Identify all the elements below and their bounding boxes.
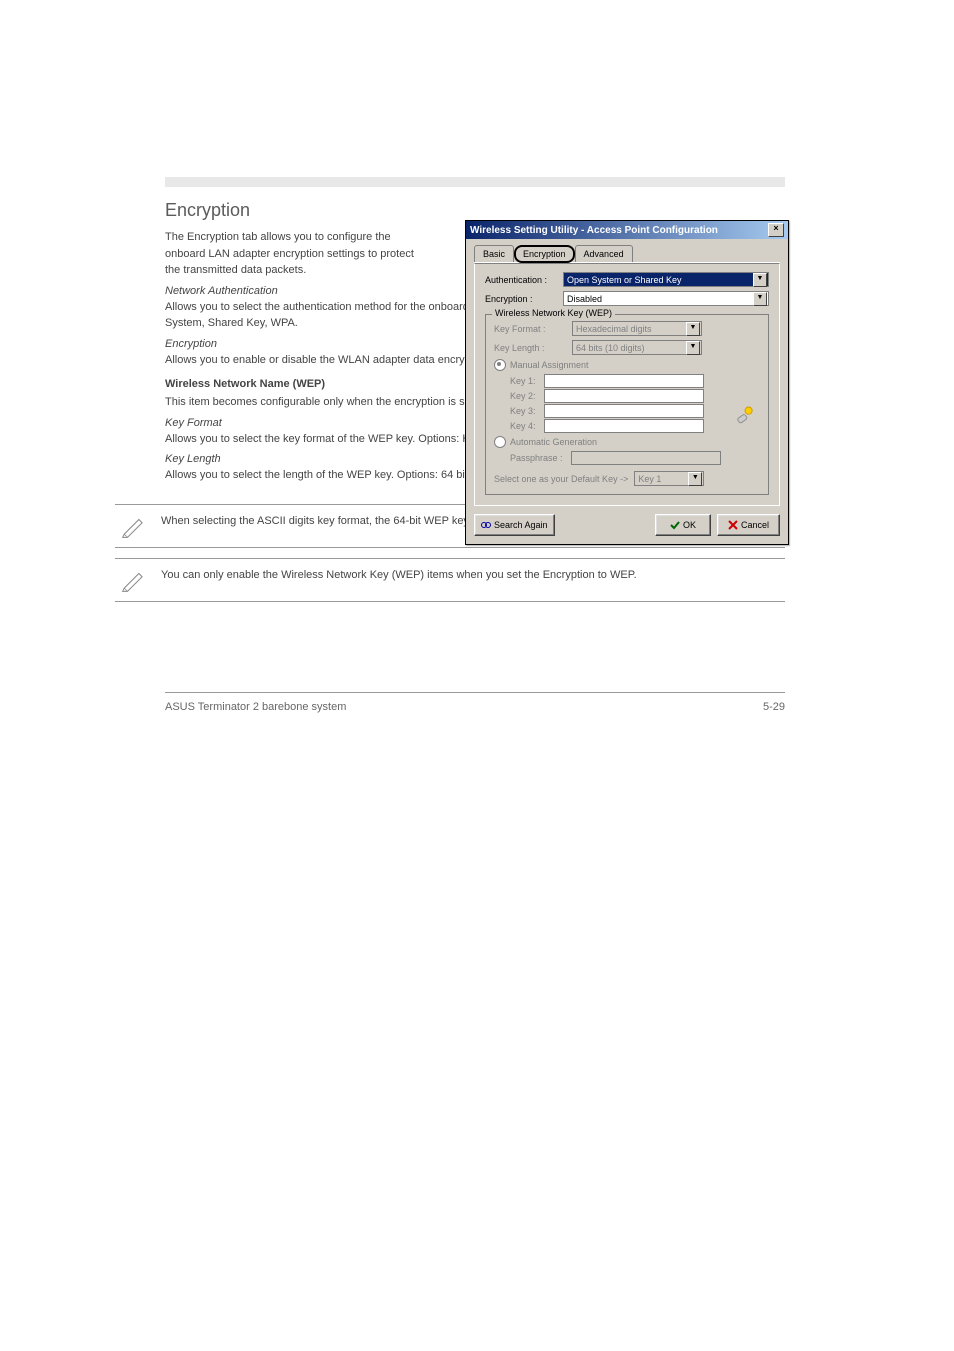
auto-label: Automatic Generation bbox=[510, 437, 597, 447]
check-icon bbox=[670, 520, 680, 530]
close-icon[interactable]: × bbox=[768, 223, 784, 237]
x-icon bbox=[728, 520, 738, 530]
tab-advanced[interactable]: Advanced bbox=[575, 245, 633, 262]
dlg-kf-label: Key Format : bbox=[494, 324, 566, 334]
default-label: Select one as your Default Key -> bbox=[494, 474, 628, 484]
kf-value: Hexadecimal digits bbox=[576, 324, 652, 334]
auth-value: Open System or Shared Key bbox=[567, 275, 682, 285]
auto-generation-radio: Automatic Generation bbox=[494, 436, 760, 448]
authentication-dropdown[interactable]: Open System or Shared Key ▼ bbox=[563, 272, 769, 287]
key4-input bbox=[544, 419, 704, 433]
encryption-dropdown[interactable]: Disabled ▼ bbox=[563, 291, 769, 306]
radio-icon bbox=[494, 436, 506, 448]
dlg-kl-label: Key Length : bbox=[494, 343, 566, 353]
manual-label: Manual Assignment bbox=[510, 360, 589, 370]
dlg-enc-label: Encryption : bbox=[485, 294, 557, 304]
page-footer: ASUS Terminator 2 barebone system 5-29 bbox=[165, 692, 785, 713]
note-2-text: You can only enable the Wireless Network… bbox=[161, 567, 785, 584]
pencil-note-icon bbox=[121, 567, 147, 593]
key1-input bbox=[544, 374, 704, 388]
top-divider bbox=[165, 177, 785, 187]
key4-label: Key 4: bbox=[510, 421, 540, 431]
keylength-dropdown: 64 bits (10 digits) ▼ bbox=[572, 340, 702, 355]
wep-fieldset: Wireless Network Key (WEP) Key Format : … bbox=[485, 314, 769, 495]
dialog-title: Wireless Setting Utility - Access Point … bbox=[470, 225, 718, 236]
keyformat-dropdown: Hexadecimal digits ▼ bbox=[572, 321, 702, 336]
radio-icon bbox=[494, 359, 506, 371]
dialog-titlebar[interactable]: Wireless Setting Utility - Access Point … bbox=[466, 221, 788, 239]
enc-value: Disabled bbox=[567, 294, 602, 304]
kl-value: 64 bits (10 digits) bbox=[576, 343, 645, 353]
passphrase-label: Passphrase : bbox=[510, 453, 563, 463]
note-2: You can only enable the Wireless Network… bbox=[115, 558, 785, 602]
chevron-down-icon: ▼ bbox=[688, 472, 702, 486]
flashlight-icon bbox=[736, 405, 754, 427]
key2-label: Key 2: bbox=[510, 391, 540, 401]
ok-label: OK bbox=[683, 520, 696, 530]
cancel-button[interactable]: Cancel bbox=[717, 514, 780, 536]
key3-input bbox=[544, 404, 704, 418]
footer-left: ASUS Terminator 2 barebone system bbox=[165, 701, 346, 713]
page-title: Encryption bbox=[165, 200, 785, 221]
tab-encryption[interactable]: Encryption bbox=[514, 245, 575, 263]
tab-panel: Authentication : Open System or Shared K… bbox=[474, 263, 780, 506]
intro-text: The Encryption tab allows you to configu… bbox=[165, 229, 455, 279]
chevron-down-icon: ▼ bbox=[686, 341, 700, 355]
default-key-row: Select one as your Default Key -> Key 1 … bbox=[494, 471, 760, 486]
search-label: Search Again bbox=[494, 520, 548, 530]
default-key-dropdown: Key 1 ▼ bbox=[634, 471, 704, 486]
key2-input bbox=[544, 389, 704, 403]
key1-label: Key 1: bbox=[510, 376, 540, 386]
wep-legend: Wireless Network Key (WEP) bbox=[492, 308, 615, 318]
cancel-label: Cancel bbox=[741, 520, 769, 530]
passphrase-input bbox=[571, 451, 721, 465]
binoculars-icon bbox=[481, 520, 491, 530]
default-value: Key 1 bbox=[638, 474, 661, 484]
ok-button[interactable]: OK bbox=[655, 514, 711, 536]
chevron-down-icon[interactable]: ▼ bbox=[753, 292, 767, 306]
tab-basic[interactable]: Basic bbox=[474, 245, 514, 262]
pencil-note-icon bbox=[121, 513, 147, 539]
key3-label: Key 3: bbox=[510, 406, 540, 416]
dlg-auth-label: Authentication : bbox=[485, 275, 557, 285]
search-again-button[interactable]: Search Again bbox=[474, 514, 555, 536]
footer-right: 5-29 bbox=[763, 701, 785, 713]
tab-strip: Basic Encryption Advanced bbox=[474, 245, 780, 263]
wireless-dialog: Wireless Setting Utility - Access Point … bbox=[465, 220, 789, 545]
manual-assignment-radio: Manual Assignment bbox=[494, 359, 760, 371]
chevron-down-icon[interactable]: ▼ bbox=[753, 273, 767, 287]
chevron-down-icon: ▼ bbox=[686, 322, 700, 336]
